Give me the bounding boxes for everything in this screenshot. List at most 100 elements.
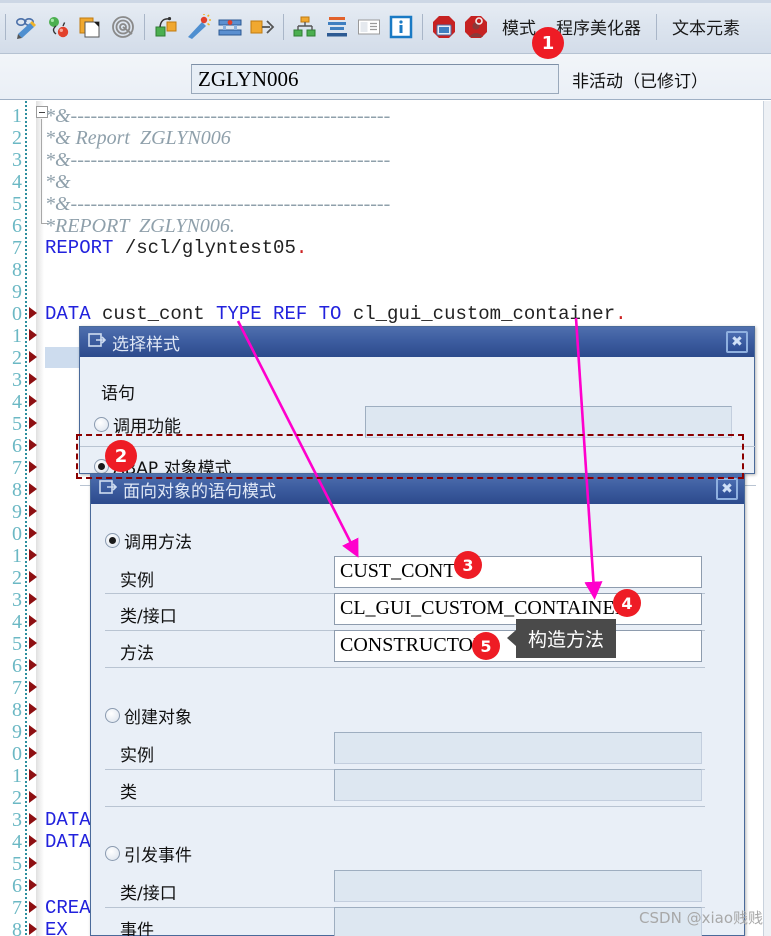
stack-icon[interactable] xyxy=(322,12,352,42)
dialog1-close-button[interactable]: ✖ xyxy=(726,331,748,353)
stop-monitor-icon[interactable] xyxy=(429,12,459,42)
line-marker[interactable] xyxy=(29,637,37,649)
line-marker[interactable] xyxy=(29,703,37,715)
code-line[interactable]: *&--------------------------------------… xyxy=(45,149,390,172)
code-line[interactable]: *&--------------------------------------… xyxy=(45,105,390,128)
radio-call-function-indicator[interactable] xyxy=(94,417,109,432)
line-marker[interactable] xyxy=(29,725,37,737)
toolbar-menu-text-elements[interactable]: 文本元素 xyxy=(662,14,750,39)
line-marker[interactable] xyxy=(29,373,37,385)
line-marker[interactable] xyxy=(29,307,37,319)
dialog1-title-bar[interactable]: 选择样式 ✖ xyxy=(80,327,754,357)
line-marker[interactable] xyxy=(29,791,37,803)
line-number: 5 xyxy=(12,193,22,215)
where-used-icon[interactable] xyxy=(151,12,181,42)
dialog1-section-label: 语句 xyxy=(101,384,135,404)
line-marker[interactable] xyxy=(29,835,37,847)
code-token: /scl/glyntest05 xyxy=(113,237,296,259)
line-marker[interactable] xyxy=(29,681,37,693)
code-line[interactable]: *&--------------------------------------… xyxy=(45,193,390,216)
spiral-target-icon[interactable] xyxy=(108,12,138,42)
annotation-badge-5: 5 xyxy=(472,632,500,660)
event-class-interface-input[interactable] xyxy=(334,870,702,902)
magic-wand-icon[interactable] xyxy=(183,12,213,42)
dialog-window-icon xyxy=(88,332,107,353)
line-number: 6 xyxy=(12,875,22,897)
code-line[interactable]: DATA xyxy=(45,809,91,831)
dialog-select-pattern[interactable]: 选择样式 ✖ 语句 调用功能 ABAP 对象模式 xyxy=(79,326,756,486)
line-marker[interactable] xyxy=(29,813,37,825)
line-number: 3 xyxy=(12,369,22,391)
radio-raise-event-indicator[interactable] xyxy=(105,846,120,861)
line-marker[interactable] xyxy=(29,351,37,363)
create-instance-input[interactable] xyxy=(334,732,702,764)
line-marker[interactable] xyxy=(29,659,37,671)
line-marker[interactable] xyxy=(29,857,37,869)
call-function-input[interactable] xyxy=(365,406,732,438)
radio-call-method-label: 调用方法 xyxy=(124,533,192,553)
dialog-oo-statement-pattern[interactable]: 面向对象的语句模式 ✖ 调用方法 实例 CUST_CONT 类/接口 CL_GU… xyxy=(90,473,745,936)
line-marker[interactable] xyxy=(29,769,37,781)
editor-vertical-scrollbar[interactable] xyxy=(763,101,771,936)
screen-painter-icon[interactable] xyxy=(215,12,245,42)
line-marker[interactable] xyxy=(29,923,37,935)
radio-call-method[interactable]: 调用方法 xyxy=(105,528,192,553)
line-marker[interactable] xyxy=(29,395,37,407)
code-line[interactable]: DATA xyxy=(45,831,91,853)
debug-ball-icon[interactable] xyxy=(44,12,74,42)
code-line[interactable]: *REPORT ZGLYN006. xyxy=(45,215,235,238)
line-marker[interactable] xyxy=(29,571,37,583)
line-marker[interactable] xyxy=(29,461,37,473)
code-line[interactable]: CREA xyxy=(45,897,91,919)
annotation-badge-2: 2 xyxy=(105,440,137,472)
code-line[interactable]: EX xyxy=(45,919,68,936)
navigate-object-icon[interactable] xyxy=(247,12,277,42)
glasses-pencil-icon[interactable] xyxy=(12,12,42,42)
line-marker[interactable] xyxy=(29,593,37,605)
toolbar-separator xyxy=(5,13,6,40)
dialog2-close-button[interactable]: ✖ xyxy=(716,478,738,500)
copy-object-icon[interactable] xyxy=(76,12,106,42)
line-number: 1 xyxy=(12,545,22,567)
code-token: cust_cont xyxy=(90,303,217,325)
line-number: 1 xyxy=(12,765,22,787)
radio-create-object-indicator[interactable] xyxy=(105,708,120,723)
radio-call-function-label: 调用功能 xyxy=(113,417,181,437)
code-token: . xyxy=(615,303,627,325)
line-marker[interactable] xyxy=(29,417,37,429)
line-marker[interactable] xyxy=(29,505,37,517)
code-line[interactable]: *& Report ZGLYN006 xyxy=(45,127,231,150)
annotation-badge-4: 4 xyxy=(613,589,641,617)
instance-input[interactable]: CUST_CONT xyxy=(334,556,702,588)
radio-call-method-indicator[interactable] xyxy=(105,533,120,548)
line-number: 7 xyxy=(12,677,22,699)
line-number: 1 xyxy=(12,325,22,347)
list-view-icon[interactable] xyxy=(354,12,384,42)
radio-create-object[interactable]: 创建对象 xyxy=(105,703,192,728)
dialog2-title-bar[interactable]: 面向对象的语句模式 ✖ xyxy=(91,474,744,504)
code-line[interactable]: DATA cust_cont TYPE REF TO cl_gui_custom… xyxy=(45,303,627,325)
line-marker[interactable] xyxy=(29,527,37,539)
line-number: 4 xyxy=(12,171,22,193)
code-line[interactable]: REPORT /scl/glyntest05. xyxy=(45,237,307,259)
line-marker[interactable] xyxy=(29,879,37,891)
program-name-input[interactable]: ZGLYN006 xyxy=(191,64,559,94)
code-fold-bracket xyxy=(41,119,42,224)
radio-raise-event[interactable]: 引发事件 xyxy=(105,841,192,866)
code-line[interactable]: *& xyxy=(45,171,71,194)
radio-call-function[interactable]: 调用功能 xyxy=(94,412,181,437)
line-marker[interactable] xyxy=(29,329,37,341)
line-marker[interactable] xyxy=(29,747,37,759)
line-marker[interactable] xyxy=(29,615,37,627)
stop-user-icon[interactable] xyxy=(461,12,491,42)
code-token: EX xyxy=(45,919,68,936)
line-marker[interactable] xyxy=(29,439,37,451)
line-number: 7 xyxy=(12,457,22,479)
line-marker[interactable] xyxy=(29,549,37,561)
line-marker[interactable] xyxy=(29,483,37,495)
line-marker[interactable] xyxy=(29,901,37,913)
hierarchy-icon[interactable] xyxy=(290,12,320,42)
line-number: 4 xyxy=(12,391,22,413)
info-icon[interactable] xyxy=(386,12,416,42)
create-class-input[interactable] xyxy=(334,769,702,801)
